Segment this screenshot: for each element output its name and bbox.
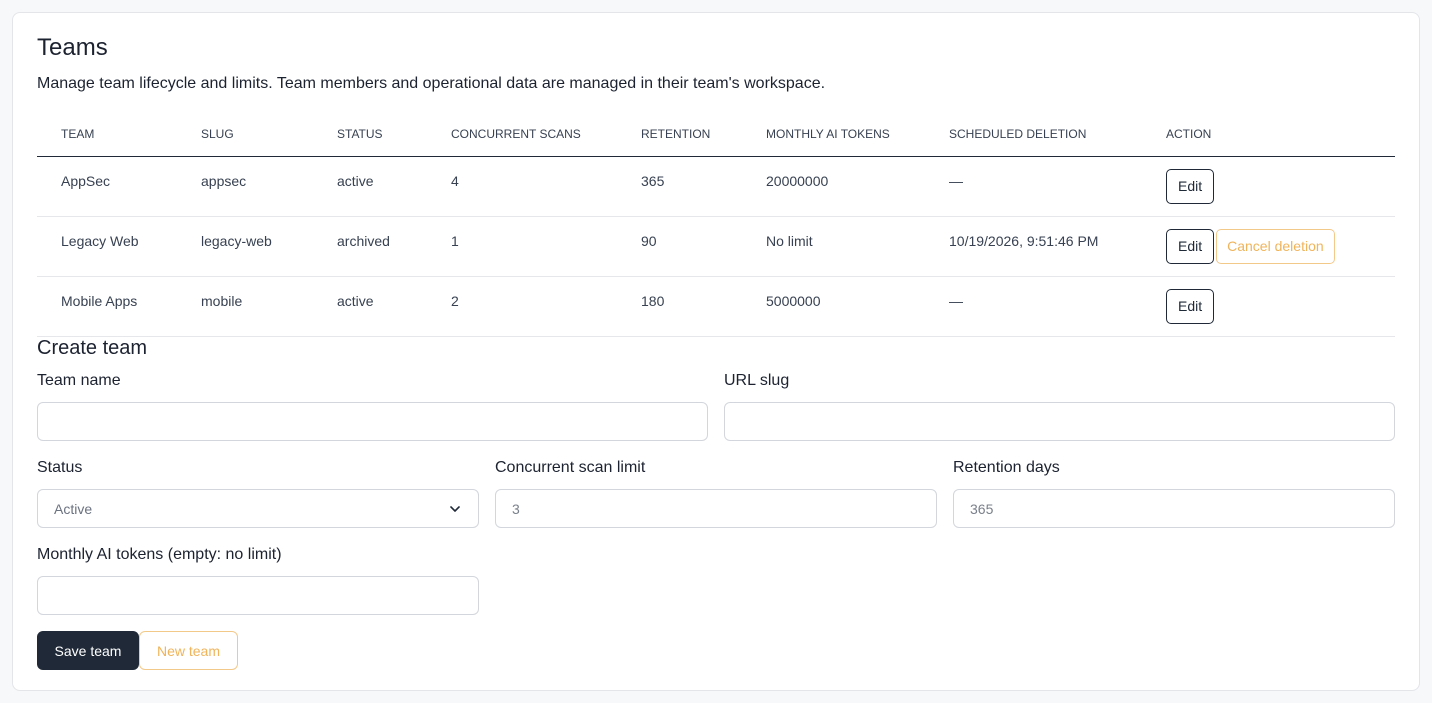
retention-days-input[interactable] (953, 489, 1395, 528)
cell-concurrent-scans: 2 (427, 276, 617, 337)
column-header-action: ACTION (1142, 113, 1395, 157)
cell-scheduled-deletion: — (925, 276, 1142, 337)
page-title: Teams (37, 34, 108, 61)
column-header-status: STATUS (313, 113, 427, 157)
cell-team: Mobile Apps (37, 276, 177, 337)
edit-button[interactable]: Edit (1166, 228, 1215, 264)
column-header-slug: SLUG (177, 113, 313, 157)
monthly-ai-tokens-input[interactable] (37, 576, 479, 615)
concurrent-scan-limit-label: Concurrent scan limit (495, 459, 646, 476)
teams-table: TEAM SLUG STATUS CONCURRENT SCANS RETENT… (37, 113, 1395, 337)
cell-slug: appsec (177, 156, 313, 217)
status-select-value: Active (54, 500, 93, 517)
retention-days-label: Retention days (953, 459, 1060, 476)
edit-button[interactable]: Edit (1166, 168, 1215, 204)
cell-monthly-ai-tokens: 5000000 (742, 276, 925, 337)
table-row: AppSec appsec active 4 365 20000000 — Ed… (37, 156, 1395, 217)
cell-status: active (313, 276, 427, 337)
column-header-monthly-ai-tokens: MONTHLY AI TOKENS (742, 113, 925, 157)
create-team-title: Create team (37, 337, 148, 359)
column-header-retention: RETENTION (617, 113, 742, 157)
status-select[interactable]: Active (37, 489, 479, 528)
cell-action: Edit Cancel deletion (1142, 216, 1395, 277)
status-label: Status (37, 459, 83, 476)
table-row: Legacy Web legacy-web archived 1 90 No l… (37, 216, 1395, 277)
column-header-scheduled-deletion: SCHEDULED DELETION (925, 113, 1142, 157)
cell-slug: mobile (177, 276, 313, 337)
edit-button[interactable]: Edit (1166, 288, 1215, 324)
cell-monthly-ai-tokens: No limit (742, 216, 925, 277)
cell-retention: 365 (617, 156, 742, 217)
cell-monthly-ai-tokens: 20000000 (742, 156, 925, 217)
team-name-input[interactable] (37, 402, 708, 441)
table-header-row: TEAM SLUG STATUS CONCURRENT SCANS RETENT… (37, 113, 1395, 157)
cell-team: Legacy Web (37, 216, 177, 277)
team-name-label: Team name (37, 372, 121, 389)
url-slug-label: URL slug (724, 372, 790, 389)
column-header-team: TEAM (37, 113, 177, 157)
cell-action: Edit (1142, 156, 1395, 217)
cell-scheduled-deletion: — (925, 156, 1142, 217)
chevron-down-icon (450, 505, 460, 512)
new-team-button[interactable]: New team (139, 631, 238, 670)
cell-action: Edit (1142, 276, 1395, 337)
table-row: Mobile Apps mobile active 2 180 5000000 … (37, 276, 1395, 337)
url-slug-input[interactable] (724, 402, 1395, 441)
cell-scheduled-deletion: 10/19/2026, 9:51:46 PM (925, 216, 1142, 277)
save-team-button[interactable]: Save team (37, 631, 139, 670)
teams-panel: Teams Manage team lifecycle and limits. … (12, 12, 1420, 691)
cancel-deletion-button[interactable]: Cancel deletion (1216, 228, 1335, 264)
concurrent-scan-limit-input[interactable] (495, 489, 937, 528)
monthly-ai-tokens-label: Monthly AI tokens (empty: no limit) (37, 546, 282, 563)
column-header-concurrent-scans: CONCURRENT SCANS (427, 113, 617, 157)
cell-status: archived (313, 216, 427, 277)
cell-status: active (313, 156, 427, 217)
cell-slug: legacy-web (177, 216, 313, 277)
cell-retention: 180 (617, 276, 742, 337)
cell-team: AppSec (37, 156, 177, 217)
cell-concurrent-scans: 1 (427, 216, 617, 277)
page-description: Manage team lifecycle and limits. Team m… (37, 75, 826, 92)
cell-concurrent-scans: 4 (427, 156, 617, 217)
cell-retention: 90 (617, 216, 742, 277)
